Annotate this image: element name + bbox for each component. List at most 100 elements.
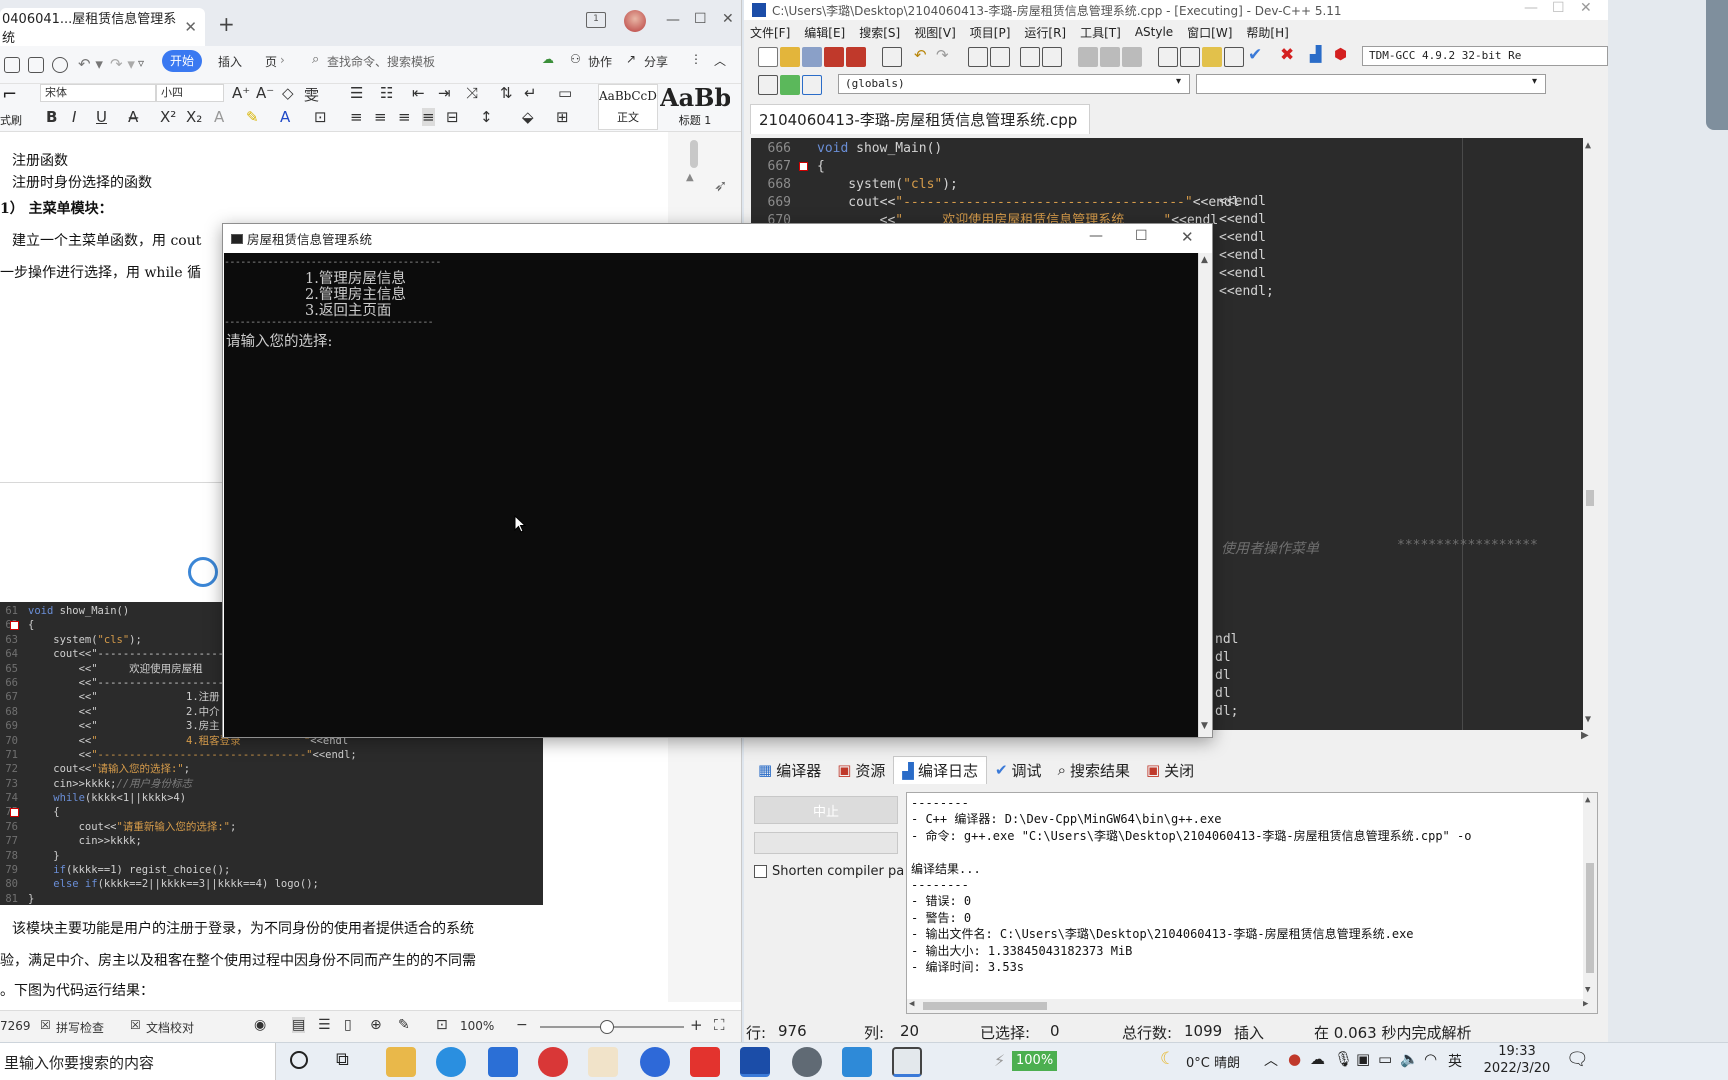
clock-date[interactable]: 2022/3/20 xyxy=(1482,1061,1552,1076)
grow-font-icon[interactable]: A⁺ xyxy=(232,84,250,102)
justify-icon[interactable]: ≡ xyxy=(422,108,435,126)
menu-file[interactable]: 文件[F] xyxy=(750,24,790,41)
tab-close[interactable]: ▣ 关闭 xyxy=(1138,756,1202,784)
maximize-icon[interactable]: ☐ xyxy=(694,11,707,27)
display-icon[interactable]: ▣ xyxy=(1356,1050,1370,1068)
redo-icon[interactable]: ↷ xyxy=(936,46,949,64)
scroll-down-icon[interactable]: ▼ xyxy=(1585,985,1590,995)
log-vscroll[interactable]: ▲ ▼ xyxy=(1583,793,1597,999)
scroll-left-icon[interactable]: ◀ xyxy=(909,999,914,1009)
taskbar-search-box[interactable]: 里输入你要搜索的内容 xyxy=(0,1043,276,1080)
menu-window[interactable]: 窗口[W] xyxy=(1187,24,1232,41)
ime-indicator[interactable]: 英 xyxy=(1448,1051,1462,1071)
superscript-icon[interactable]: X² xyxy=(160,108,176,126)
bullets-icon[interactable]: ☰ xyxy=(350,84,363,102)
scroll-right-icon[interactable]: ▶ xyxy=(1583,999,1588,1009)
close-window-icon[interactable]: ✕ xyxy=(1181,228,1194,246)
web-view-icon[interactable]: ⊕ xyxy=(370,1017,382,1033)
chinese-layout-icon[interactable]: ⤨ xyxy=(466,84,478,102)
zoom-out-icon[interactable]: − xyxy=(516,1017,528,1033)
word-count[interactable]: 7269 xyxy=(0,1019,31,1033)
maximize-icon[interactable]: ☐ xyxy=(1552,0,1565,16)
scroll-thumb[interactable] xyxy=(690,140,698,168)
devcpp-taskbar-icon[interactable] xyxy=(740,1047,770,1077)
toggle-bookmark-icon[interactable] xyxy=(780,75,800,95)
shading-icon[interactable]: ⬙ xyxy=(522,108,534,126)
editor-vscroll[interactable]: ▲ ▼ xyxy=(1583,138,1597,730)
indent-decrease-icon[interactable]: ⇤ xyxy=(412,84,425,102)
borders-icon[interactable]: ⊞ xyxy=(556,108,569,126)
more-icon[interactable]: ▿ xyxy=(138,56,144,70)
replace-icon[interactable] xyxy=(990,47,1010,67)
minimize-icon[interactable]: — xyxy=(1524,0,1538,16)
more-tabs-icon[interactable]: › xyxy=(280,53,285,67)
menu-help[interactable]: 帮助[H] xyxy=(1246,24,1288,41)
app-icon[interactable] xyxy=(792,1047,822,1077)
close-file-icon[interactable] xyxy=(846,47,866,67)
notification-icon[interactable]: 🗨 xyxy=(1566,1049,1589,1070)
line-spacing-icon[interactable]: ↕ xyxy=(480,108,493,126)
editor-file-tab[interactable]: 2104060413-李璐-房屋租赁信息管理系统.cpp xyxy=(750,104,1090,134)
tab-insert[interactable]: 插入 xyxy=(218,53,242,70)
bold-icon[interactable]: B xyxy=(46,108,57,126)
pen-icon[interactable]: ✎ xyxy=(398,1017,410,1033)
distributed-icon[interactable]: ⊟ xyxy=(446,108,459,126)
console-taskbar-icon[interactable] xyxy=(892,1047,922,1077)
fold-icon[interactable] xyxy=(10,807,19,817)
underline-icon[interactable]: U xyxy=(96,108,107,126)
close-window-icon[interactable]: ✕ xyxy=(1580,0,1592,16)
minimize-icon[interactable]: — xyxy=(666,12,680,28)
menu-project[interactable]: 项目[P] xyxy=(970,24,1011,41)
align-center-icon[interactable]: ≡ xyxy=(374,108,387,126)
scope-select[interactable]: (globals) xyxy=(838,74,1190,94)
console-window[interactable]: 房屋租赁信息管理系统 — ☐ ✕ -----------------------… xyxy=(222,223,1213,738)
scroll-down-icon[interactable]: ▼ xyxy=(1585,714,1591,725)
share-button[interactable]: 分享 xyxy=(644,53,668,70)
command-search-input[interactable]: 查找命令、搜索模板 xyxy=(327,53,435,70)
spell-check-button[interactable]: 拼写检查 xyxy=(56,1019,104,1036)
scroll-thumb[interactable] xyxy=(1586,863,1594,973)
scroll-up-icon[interactable]: ▲ xyxy=(1585,795,1590,805)
indent-icon[interactable] xyxy=(1020,47,1040,67)
redo-icon[interactable]: ↷ ▾ xyxy=(110,55,135,73)
format-painter-label[interactable]: 式刷 xyxy=(0,112,22,128)
l-app-icon[interactable] xyxy=(640,1047,670,1077)
menu-tools[interactable]: 工具[T] xyxy=(1080,24,1121,41)
new-file-icon[interactable] xyxy=(758,47,778,67)
fit-page-icon[interactable]: ⊡ xyxy=(436,1017,448,1033)
wps-icon[interactable] xyxy=(690,1047,720,1077)
find-icon[interactable] xyxy=(968,47,988,67)
close-window-icon[interactable]: ✕ xyxy=(722,11,734,27)
insert-icon[interactable] xyxy=(758,75,778,95)
cloud-icon[interactable]: ☁ xyxy=(542,52,554,66)
scroll-down-icon[interactable]: ▼ xyxy=(1201,721,1208,731)
console-output[interactable]: ----------------------------------------… xyxy=(224,253,1198,737)
menu-astyle[interactable]: AStyle xyxy=(1135,25,1173,39)
scroll-right-icon[interactable]: ▶ xyxy=(1581,730,1589,741)
network-icon[interactable]: ▭ xyxy=(1378,1050,1392,1068)
numbering-icon[interactable]: ☷ xyxy=(380,84,393,102)
subscript-icon[interactable]: X₂ xyxy=(186,108,202,126)
page-view-icon[interactable]: ▤ xyxy=(292,1017,306,1033)
avatar[interactable] xyxy=(624,10,646,32)
file-explorer-icon[interactable] xyxy=(386,1047,416,1077)
fullscreen-icon[interactable]: ⛶ xyxy=(714,1016,725,1034)
tab-search-results[interactable]: ⌕ 搜索结果 xyxy=(1050,756,1138,784)
outline-view-icon[interactable]: ☰ xyxy=(318,1017,331,1033)
font-color-icon[interactable]: A xyxy=(280,108,290,126)
save-icon[interactable] xyxy=(802,47,822,67)
align-left-icon[interactable]: ≡ xyxy=(350,108,363,126)
tab-compiler[interactable]: ▦ 编译器 xyxy=(750,756,829,784)
paragraph-marks-icon[interactable]: ↵ xyxy=(524,84,537,102)
compiler-select[interactable]: TDM-GCC 4.9.2 32-bit Re xyxy=(1362,46,1608,66)
chart-app-icon[interactable] xyxy=(842,1047,872,1077)
rocket-icon[interactable]: ➶ xyxy=(714,176,727,195)
undo-icon[interactable]: ↶ ▾ xyxy=(78,55,103,73)
maximize-icon[interactable]: ☐ xyxy=(1135,228,1148,244)
anime-app-icon[interactable] xyxy=(588,1047,618,1077)
edge-icon[interactable] xyxy=(436,1047,466,1077)
more-options-icon[interactable]: ⋮ xyxy=(690,52,702,66)
ruler-icon[interactable]: ▭ xyxy=(558,84,572,102)
fold-icon[interactable] xyxy=(799,162,808,171)
chart-icon[interactable]: ▟ xyxy=(1310,45,1322,63)
